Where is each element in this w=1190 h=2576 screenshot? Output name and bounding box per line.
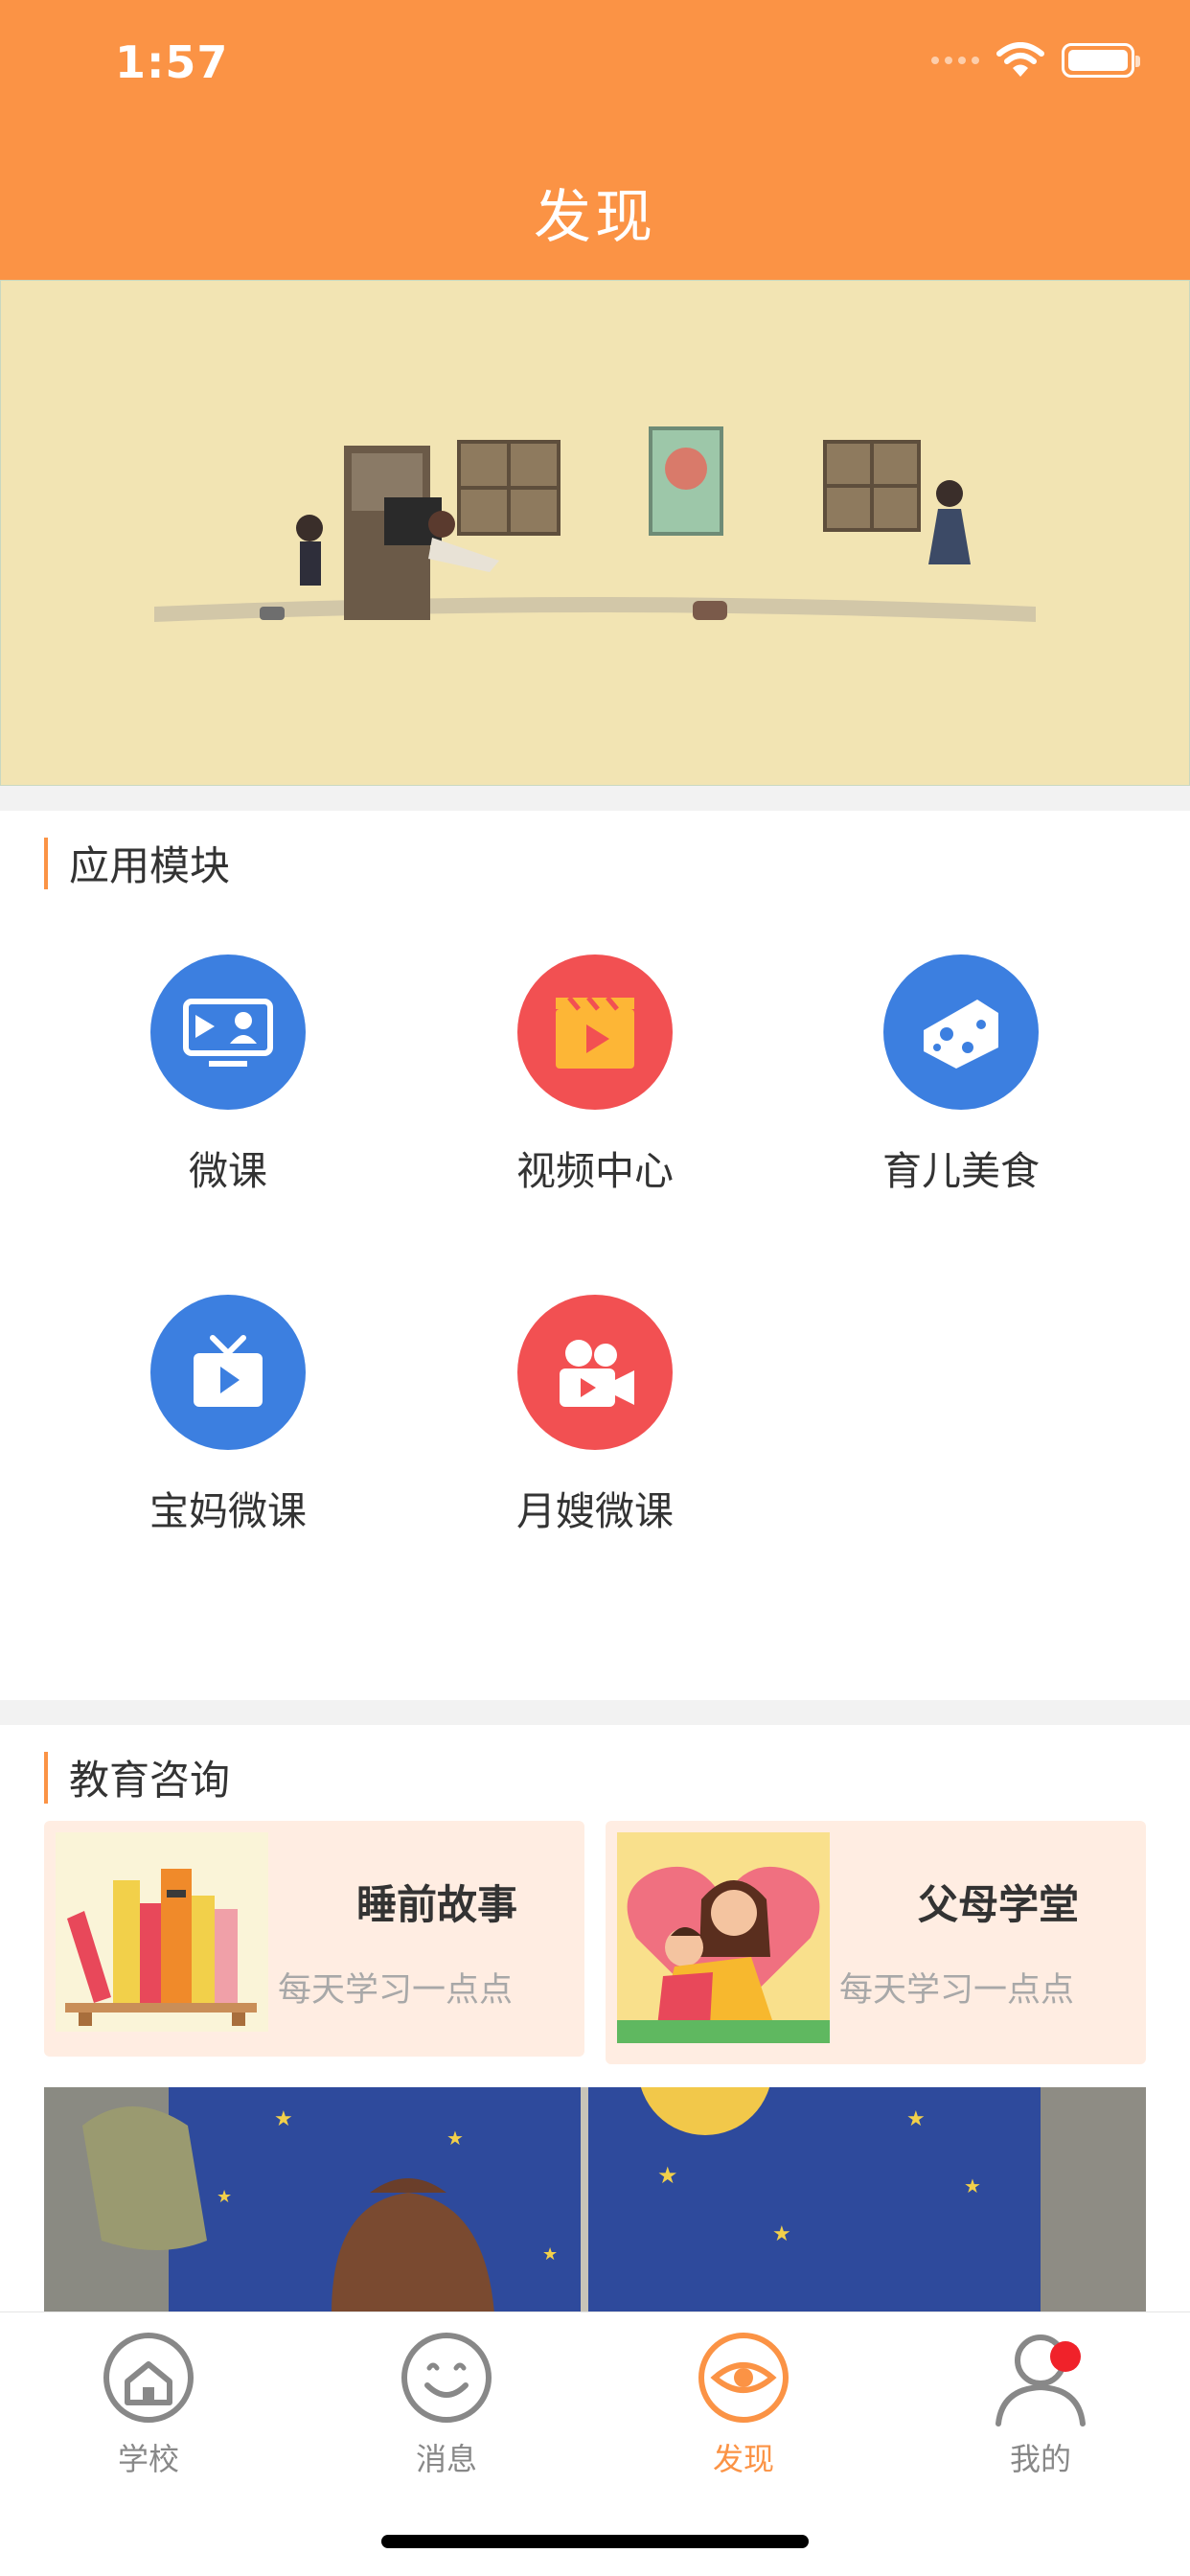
- battery-icon: [1062, 43, 1140, 78]
- svg-text:★: ★: [274, 2107, 293, 2131]
- module-label: 微课: [189, 1148, 267, 1194]
- tab-label: 消息: [415, 2441, 477, 2477]
- svg-text:★: ★: [964, 2174, 981, 2197]
- page-title: 发现: [534, 184, 656, 251]
- notification-badge: [1050, 2341, 1081, 2372]
- module-mom-weike[interactable]: 宝妈微课: [84, 1295, 372, 1536]
- tab-label: 学校: [117, 2441, 179, 2477]
- module-label: 育儿美食: [882, 1148, 1040, 1194]
- eye-icon: [698, 2333, 789, 2423]
- tab-school[interactable]: 学校: [72, 2328, 225, 2479]
- modules-section-header: 应用模块: [44, 834, 230, 892]
- svg-text:★: ★: [542, 2244, 558, 2265]
- module-weike[interactable]: 微课: [84, 954, 372, 1196]
- tab-mine[interactable]: 我的: [964, 2328, 1117, 2479]
- module-nanny-weike[interactable]: 月嫂微课: [451, 1295, 739, 1536]
- film-play-icon: [517, 954, 673, 1110]
- svg-text:★: ★: [657, 2162, 678, 2189]
- books-thumbnail: [56, 1832, 268, 2032]
- consult-section-title: 教育咨询: [69, 1757, 231, 1804]
- consult-section-header: 教育咨询: [44, 1748, 230, 1806]
- section-accent-bar: [44, 1751, 48, 1804]
- card-subtitle: 每天学习一点点: [839, 1971, 1075, 2010]
- home-indicator: [381, 2535, 809, 2548]
- svg-text:★: ★: [217, 2187, 232, 2207]
- section-accent-bar: [44, 837, 48, 889]
- tab-label: 发现: [712, 2441, 774, 2477]
- tab-discover[interactable]: 发现: [667, 2328, 820, 2479]
- top-bar: 1:57 发现: [0, 0, 1190, 280]
- card-title: 父母学堂: [918, 1881, 1080, 1928]
- svg-text:★: ★: [446, 2127, 464, 2150]
- status-time: 1:57: [115, 36, 229, 88]
- tab-messages[interactable]: 消息: [370, 2328, 523, 2479]
- banner-image[interactable]: [0, 280, 1190, 786]
- modules-section-title: 应用模块: [69, 842, 231, 889]
- banner-illustration: [1, 281, 1189, 785]
- module-parenting-food[interactable]: 育儿美食: [817, 954, 1105, 1196]
- tab-label: 我的: [1009, 2441, 1071, 2477]
- cheese-icon: [883, 954, 1039, 1110]
- module-label: 宝妈微课: [149, 1488, 307, 1534]
- svg-text:★: ★: [906, 2107, 926, 2131]
- article-cover-image[interactable]: ★ ★ ★ ★ ★ ★ ★ ★: [44, 2087, 1146, 2313]
- smile-icon: [401, 2333, 492, 2423]
- wifi-icon: [996, 42, 1044, 77]
- card-parent-school[interactable]: 父母学堂 每天学习一点点: [606, 1821, 1146, 2064]
- svg-text:★: ★: [772, 2222, 791, 2246]
- monitor-person-icon: [150, 954, 306, 1110]
- card-bedtime-story[interactable]: 睡前故事 每天学习一点点: [44, 1821, 584, 2057]
- section-divider: [0, 1700, 1190, 1725]
- video-camera-icon: [517, 1295, 673, 1450]
- module-label: 视频中心: [516, 1148, 674, 1194]
- person-icon: [995, 2334, 1086, 2426]
- status-icons: [931, 42, 1140, 79]
- mother-child-thumbnail: [617, 1832, 830, 2043]
- card-subtitle: 每天学习一点点: [278, 1971, 514, 2010]
- module-label: 月嫂微课: [516, 1488, 674, 1534]
- home-icon: [103, 2333, 194, 2423]
- section-divider: [0, 786, 1190, 811]
- signal-icon: [931, 57, 979, 64]
- module-video-center[interactable]: 视频中心: [451, 954, 739, 1196]
- tv-play-icon: [150, 1295, 306, 1450]
- card-title: 睡前故事: [356, 1881, 518, 1928]
